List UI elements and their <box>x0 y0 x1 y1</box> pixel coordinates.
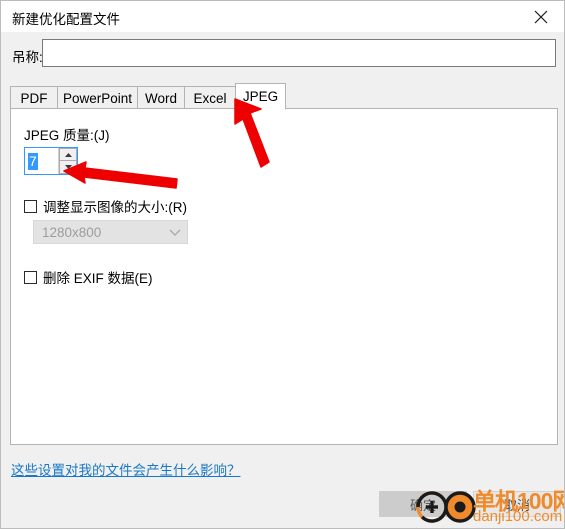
tab-jpeg[interactable]: JPEG <box>235 83 286 110</box>
jpeg-settings-panel: JPEG 质量:(J) 7 调整显示图像的大小:(R) 1280x800 删除 … <box>10 108 558 445</box>
name-row: 吊称: <box>1 32 564 79</box>
jpeg-quality-increment-button[interactable] <box>59 148 77 161</box>
tab-pdf[interactable]: PDF <box>10 86 58 109</box>
window-title: 新建优化配置文件 <box>12 12 120 27</box>
strip-exif-checkbox[interactable] <box>24 270 37 284</box>
tab-excel[interactable]: Excel <box>184 86 236 109</box>
tab-word-label: Word <box>144 90 177 106</box>
chevron-up-icon <box>64 152 72 157</box>
chevron-down-icon <box>64 165 72 169</box>
jpeg-quality-value-wrap[interactable]: 7 <box>25 148 58 174</box>
chevron-down-icon <box>163 228 187 236</box>
strip-exif-label: 删除 EXIF 数据(E) <box>43 271 153 286</box>
tab-jpeg-label: JPEG <box>242 89 279 104</box>
cancel-button[interactable]: 取消 <box>473 491 561 517</box>
name-label: 吊称: <box>12 50 43 65</box>
ok-button[interactable]: 确定 <box>379 491 467 517</box>
cancel-button-label: 取消 <box>503 497 530 513</box>
jpeg-quality-spin-buttons <box>58 148 77 174</box>
tab-word[interactable]: Word <box>137 86 185 109</box>
tab-strip: PDF PowerPoint Word Excel JPEG <box>10 83 558 110</box>
tab-pdf-label: PDF <box>20 90 48 106</box>
tab-excel-label: Excel <box>193 90 227 106</box>
new-optimization-profile-dialog: 新建优化配置文件 吊称: PDF PowerPoint Word Excel J… <box>0 0 565 529</box>
tab-powerpoint[interactable]: PowerPoint <box>57 86 138 109</box>
ok-button-label: 确定 <box>409 497 436 513</box>
resize-image-checkbox[interactable] <box>24 199 37 213</box>
strip-exif-checkbox-row[interactable]: 删除 EXIF 数据(E) <box>24 267 153 287</box>
jpeg-quality-decrement-button[interactable] <box>59 161 77 174</box>
resolution-dropdown[interactable]: 1280x800 <box>33 220 188 244</box>
title-bar: 新建优化配置文件 <box>1 1 564 32</box>
resize-image-label: 调整显示图像的大小:(R) <box>43 200 187 215</box>
name-input[interactable] <box>42 39 556 67</box>
jpeg-quality-value: 7 <box>28 152 38 170</box>
settings-help-link[interactable]: 这些设置对我的文件会产生什么影响？ <box>11 459 241 479</box>
jpeg-quality-stepper[interactable]: 7 <box>24 147 78 175</box>
resolution-value: 1280x800 <box>42 224 102 240</box>
tab-powerpoint-label: PowerPoint <box>62 90 133 106</box>
resize-image-checkbox-row[interactable]: 调整显示图像的大小:(R) <box>24 196 187 216</box>
jpeg-quality-label: JPEG 质量:(J) <box>24 128 110 143</box>
close-button[interactable] <box>518 1 564 32</box>
close-icon <box>534 10 548 24</box>
